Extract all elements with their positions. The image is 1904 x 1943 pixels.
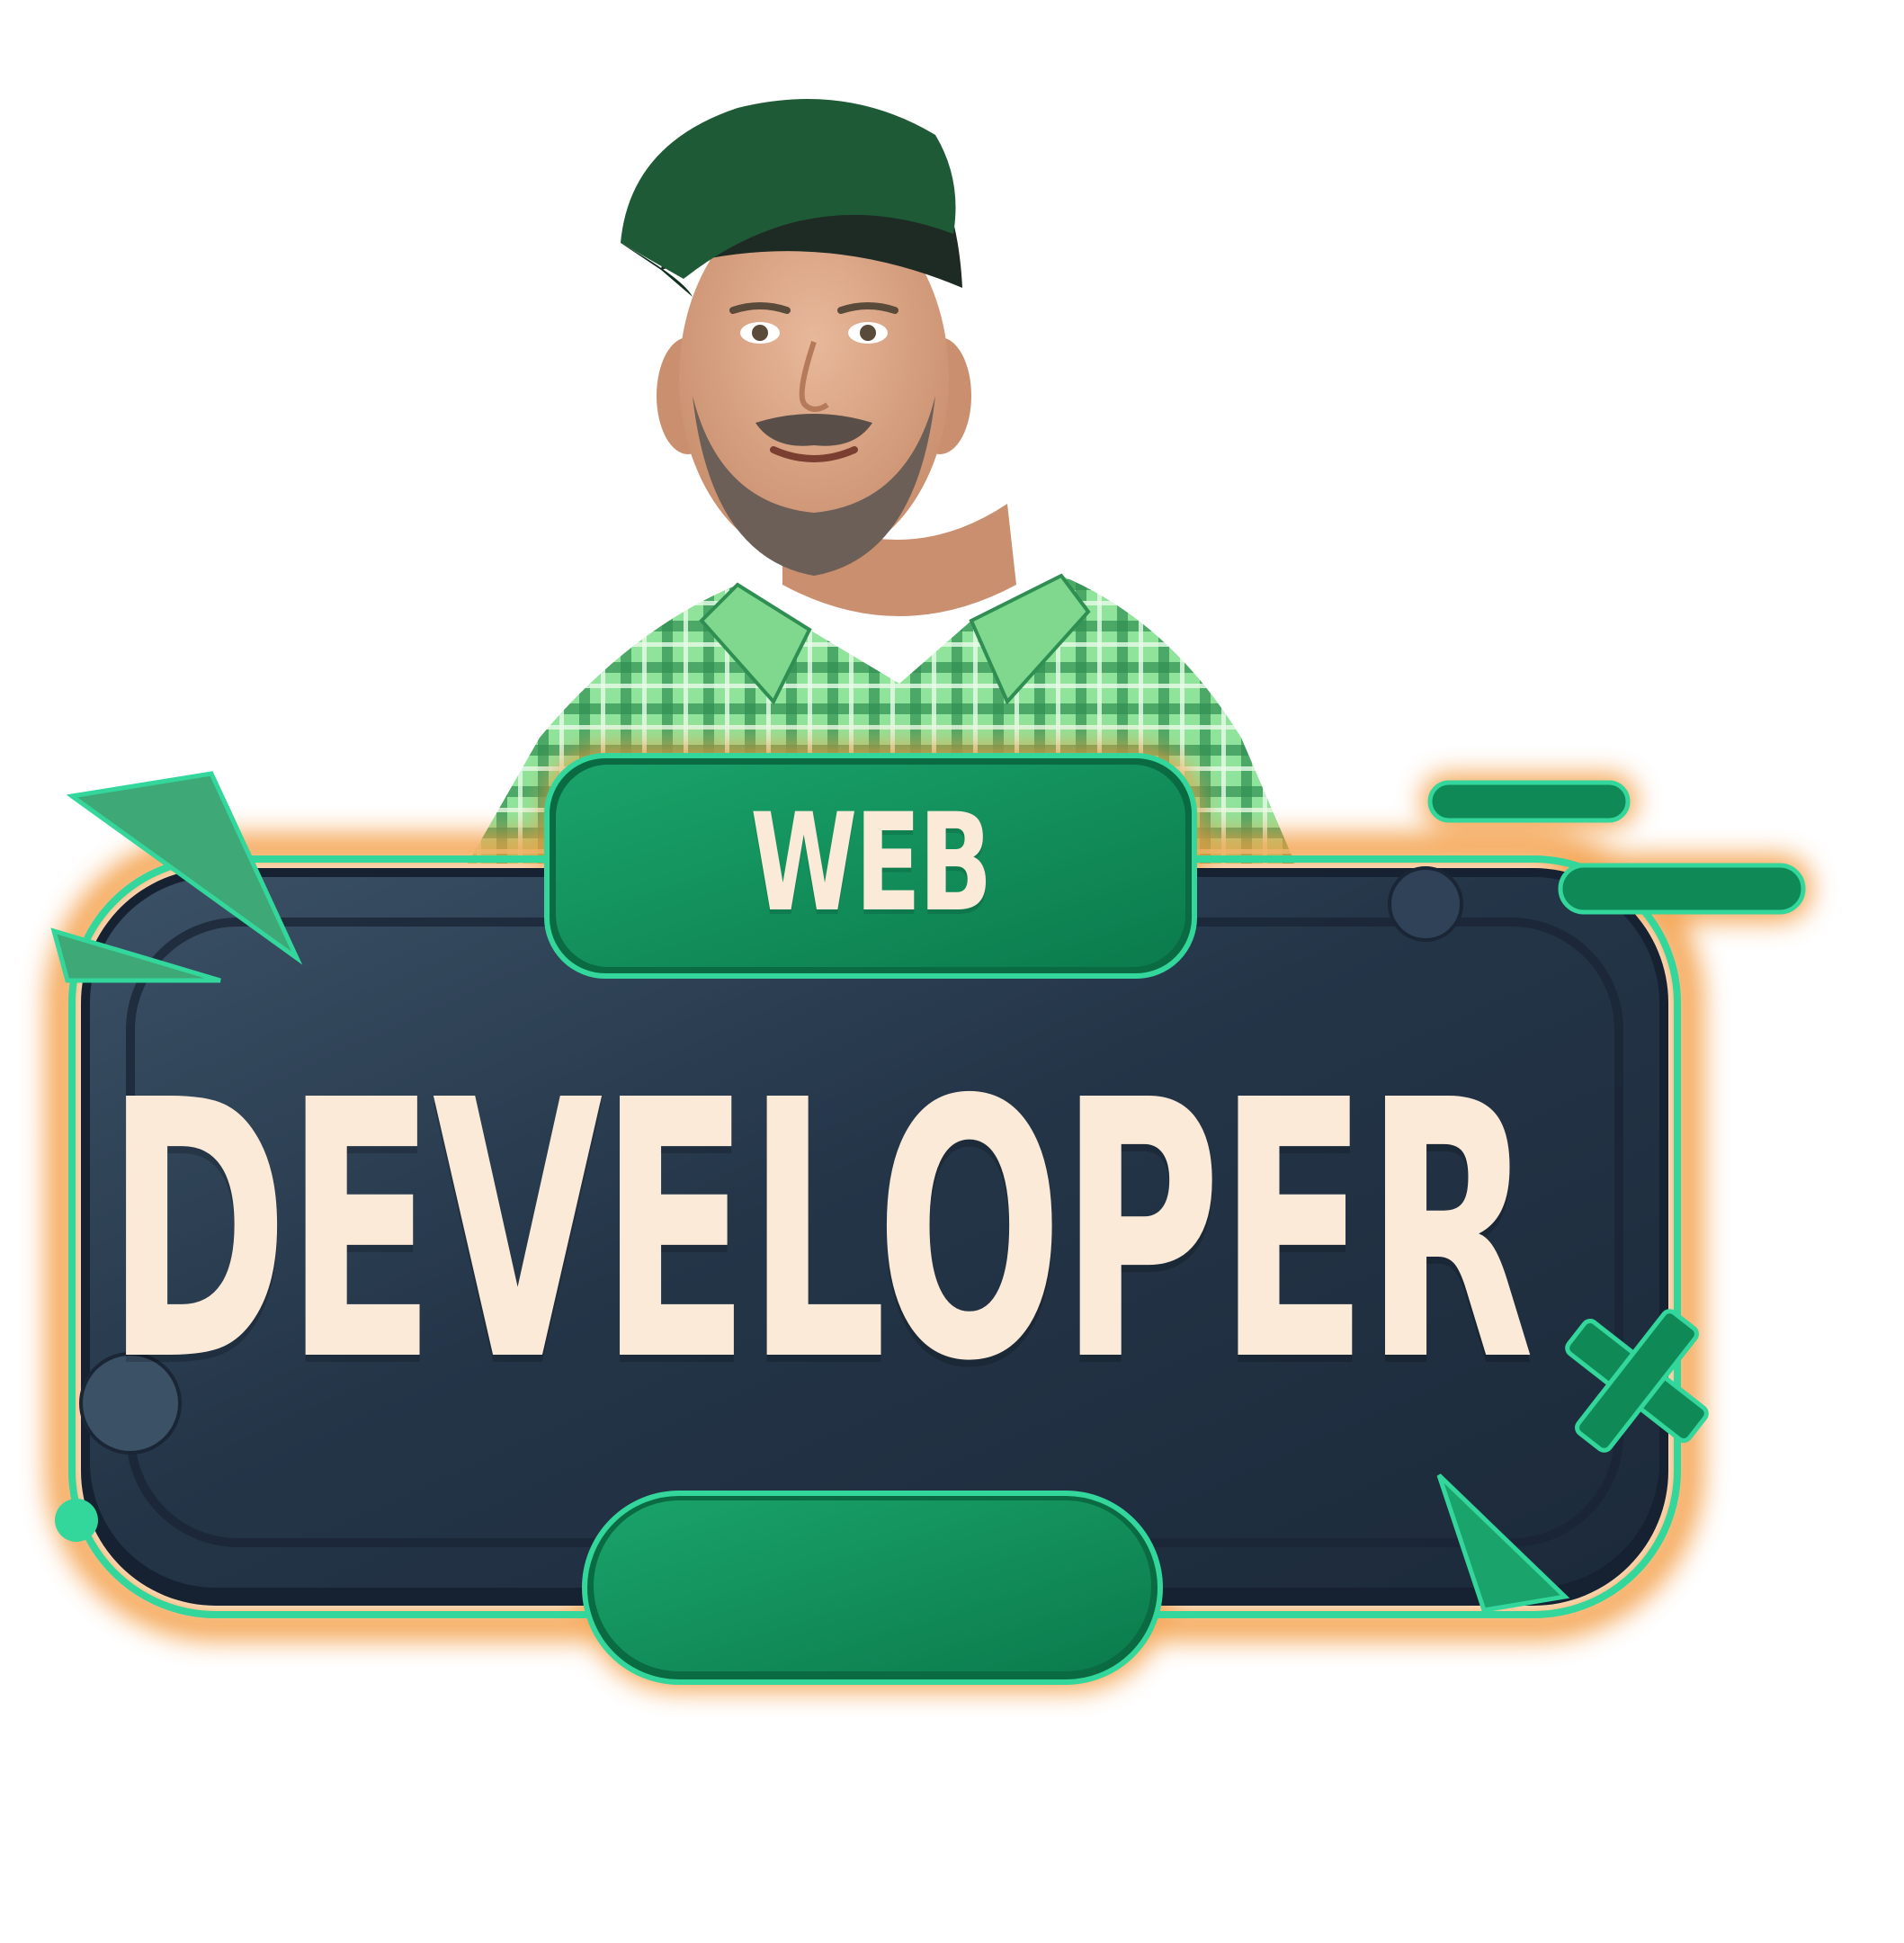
web-label: WEB xyxy=(750,785,992,942)
developer-label: DEVELOPER xyxy=(105,1025,1535,1439)
web-developer-graphic: WEB DEVELOPER xyxy=(0,0,1904,1943)
title-banner xyxy=(46,747,1812,1691)
